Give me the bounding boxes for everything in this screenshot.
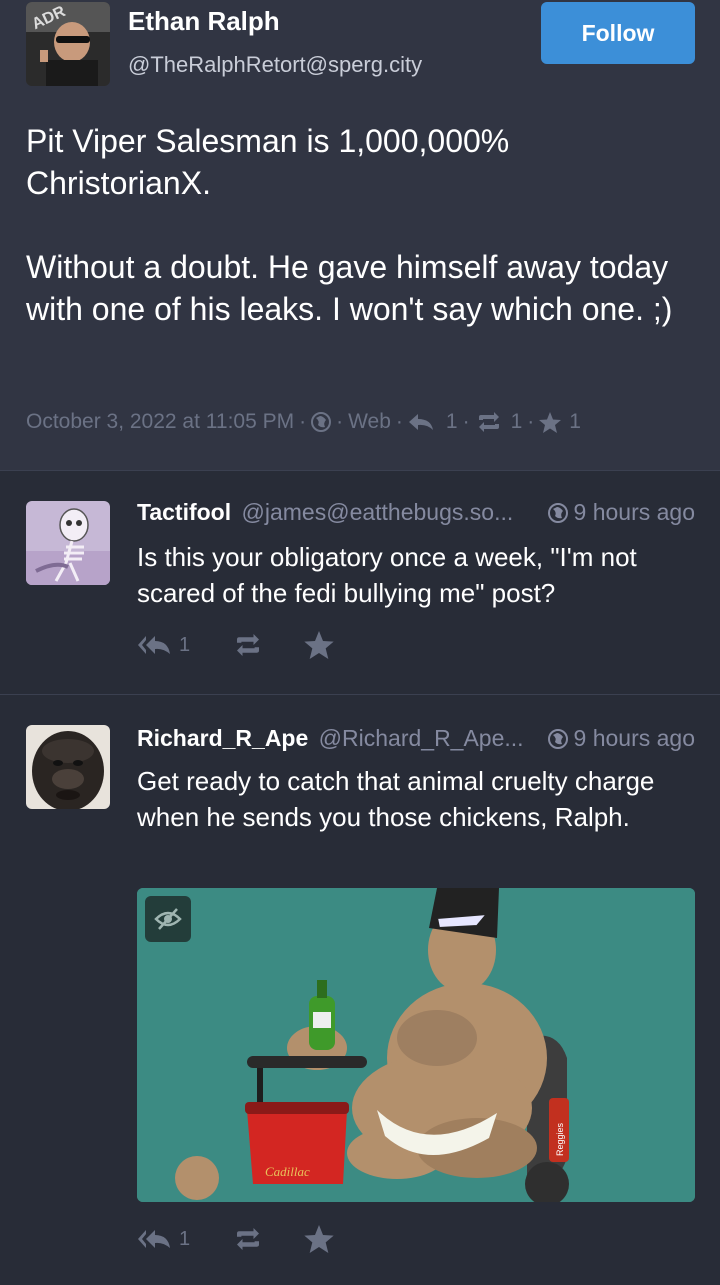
meta-separator: ·: [462, 410, 470, 433]
reply-count: 1: [179, 633, 191, 656]
author-avatar[interactable]: ADR: [26, 2, 110, 86]
reply-action-bar: 1: [137, 631, 334, 659]
avatar[interactable]: [26, 501, 110, 585]
can-label-text: Reggies: [555, 1122, 565, 1156]
reply-count: 1: [445, 410, 458, 433]
star-icon[interactable]: [304, 631, 334, 659]
reply-icon[interactable]: [408, 412, 434, 432]
reply-handle[interactable]: @Richard_R_Ape...: [319, 725, 524, 751]
reply-time[interactable]: 9 hours ago: [547, 725, 695, 752]
meta-separator: ·: [527, 410, 535, 433]
reply-display-name[interactable]: Richard_R_Ape: [137, 725, 308, 751]
reply-header: Richard_R_Ape @Richard_R_Ape... 9 hours …: [137, 725, 695, 755]
meta-separator: ·: [336, 410, 344, 433]
reply-item[interactable]: Tactifool @james@eatthebugs.so... 9 hour…: [0, 470, 720, 695]
author-avatar-image: ADR: [26, 2, 110, 86]
author-handle[interactable]: @TheRalphRetort@sperg.city: [128, 52, 422, 78]
reply-header: Tactifool @james@eatthebugs.so... 9 hour…: [137, 499, 695, 529]
attachment-illustration: Cadillac Reggies: [137, 888, 695, 1202]
reply-all-icon[interactable]: [137, 1227, 171, 1251]
globe-icon: [547, 728, 568, 749]
meta-separator: ·: [299, 410, 307, 433]
boost-icon[interactable]: [232, 634, 264, 656]
main-post: ADR Ethan Ralph @TheRalphRetort@sperg.ci…: [0, 0, 720, 470]
avatar[interactable]: [26, 725, 110, 809]
boost-icon[interactable]: [232, 1228, 264, 1250]
post-meta: October 3, 2022 at 11:05 PM · · Web · 1 …: [26, 410, 581, 434]
skeleton-avatar-image: [26, 501, 110, 585]
basket-logo-text: Cadillac: [265, 1164, 310, 1179]
hide-media-button[interactable]: [145, 896, 191, 942]
reply-handle[interactable]: @james@eatthebugs.so...: [242, 499, 514, 525]
reply-display-name[interactable]: Tactifool: [137, 499, 231, 525]
author-display-name[interactable]: Ethan Ralph: [128, 6, 280, 37]
boost-count: 1: [510, 410, 523, 433]
post-content: Pit Viper Salesman is 1,000,000% Christo…: [26, 120, 696, 372]
eye-slash-icon: [154, 908, 182, 930]
reply-time[interactable]: 9 hours ago: [547, 499, 695, 526]
boost-icon[interactable]: [475, 412, 503, 432]
post-paragraph: Without a doubt. He gave himself away to…: [26, 249, 673, 327]
star-icon[interactable]: [539, 411, 562, 433]
reply-time-text: 9 hours ago: [573, 499, 695, 525]
reply-action-bar: 1: [137, 1225, 334, 1253]
post-client: Web: [348, 410, 391, 433]
reply-all-icon[interactable]: [137, 633, 171, 657]
globe-icon: [311, 412, 332, 432]
globe-icon: [547, 502, 568, 523]
reply-time-text: 9 hours ago: [573, 725, 695, 751]
media-attachment[interactable]: Cadillac Reggies: [137, 888, 695, 1202]
reply-content: Is this your obligatory once a week, "I'…: [137, 542, 637, 608]
meta-separator: ·: [395, 410, 403, 433]
reply-content: Get ready to catch that animal cruelty c…: [137, 766, 655, 832]
favourite-count: 1: [569, 410, 581, 433]
reply-count: 1: [179, 1227, 191, 1250]
follow-button[interactable]: Follow: [541, 2, 695, 64]
post-timestamp[interactable]: October 3, 2022 at 11:05 PM: [26, 410, 294, 434]
post-paragraph: Pit Viper Salesman is 1,000,000% Christo…: [26, 123, 510, 201]
star-icon[interactable]: [304, 1225, 334, 1253]
gorilla-avatar-image: [26, 725, 110, 809]
